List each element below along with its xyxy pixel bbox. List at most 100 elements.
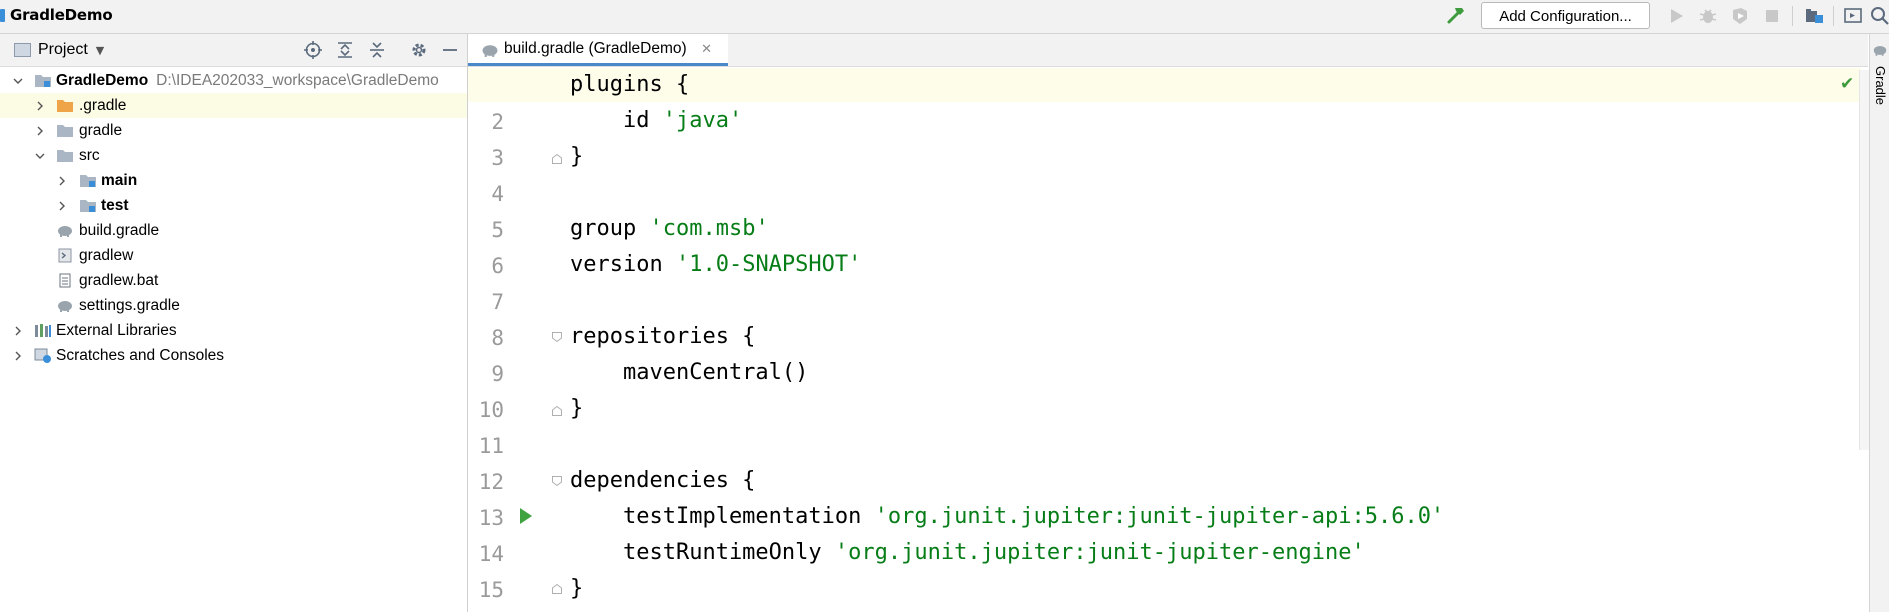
stop-icon[interactable] (1761, 5, 1783, 27)
tree-item-main[interactable]: main (0, 168, 467, 193)
folder-icon (57, 125, 73, 137)
run-gutter-icon[interactable] (516, 505, 536, 527)
module-icon (0, 8, 5, 22)
minimize-icon[interactable] (440, 40, 460, 60)
toolbar-separator (1833, 6, 1834, 26)
scratches-icon (34, 348, 51, 363)
line-number: 13 (478, 506, 504, 530)
line-number: 12 (478, 470, 504, 494)
tree-item-label: test (101, 196, 129, 214)
collapse-all-icon[interactable] (367, 40, 387, 60)
search-everywhere-icon[interactable] (1869, 5, 1889, 27)
chevron-right-icon[interactable] (12, 325, 24, 337)
folder-orange-icon (57, 100, 73, 112)
code-line-1: plugins { (570, 72, 690, 97)
gradle-tool-window-button[interactable]: Gradle (1873, 66, 1888, 105)
locate-target-icon[interactable] (303, 40, 323, 60)
project-name: GradleDemo (10, 6, 113, 24)
chevron-right-icon[interactable] (34, 100, 46, 112)
chevron-down-icon[interactable] (12, 75, 24, 87)
editor-gutter: 1 2 3 4 5 6 7 8 9 10 11 12 13 14 15 (468, 68, 562, 612)
line-number: 14 (478, 542, 504, 566)
libraries-icon (35, 324, 51, 337)
code-line-5: group 'com.msb' (570, 216, 769, 241)
project-breadcrumb[interactable]: GradleDemo (0, 4, 113, 26)
code-line-9: mavenCentral() (570, 360, 809, 385)
tree-item-label: gradle (79, 121, 123, 139)
tree-item-label: gradlew (79, 246, 134, 264)
code-line-3: } (570, 144, 584, 169)
run-icon[interactable] (1665, 5, 1687, 27)
tree-item-gradle[interactable]: gradle (0, 118, 467, 143)
line-number: 9 (491, 362, 504, 386)
code-line-8: repositories { (570, 324, 756, 349)
gradle-elephant-icon (482, 45, 498, 57)
code-line-13: testImplementation 'org.junit.jupiter:ju… (570, 504, 1445, 529)
code-line-10: } (570, 396, 584, 421)
fold-end-icon[interactable] (552, 154, 562, 164)
tree-item-scratches[interactable]: Scratches and Consoles (0, 343, 467, 368)
tree-item-src[interactable]: src (0, 143, 467, 168)
debug-bug-icon[interactable] (1697, 5, 1719, 27)
project-structure-icon[interactable] (1803, 5, 1825, 27)
fold-end-icon[interactable] (552, 406, 562, 416)
fold-end-icon[interactable] (552, 584, 562, 594)
gear-icon[interactable] (409, 40, 429, 60)
build-hammer-icon[interactable] (1445, 4, 1467, 26)
tab-build-gradle[interactable]: build.gradle (GradleDemo) ✕ (468, 34, 728, 66)
line-number: 8 (491, 326, 504, 350)
line-number: 5 (491, 218, 504, 242)
presentation-mode-icon[interactable] (1842, 5, 1864, 27)
run-with-coverage-icon[interactable] (1729, 5, 1751, 27)
batch-file-icon (59, 273, 71, 288)
fold-start-icon[interactable] (552, 332, 562, 342)
line-number: 10 (478, 398, 504, 422)
line-number: 6 (491, 254, 504, 278)
tree-item-test[interactable]: test (0, 193, 467, 218)
tree-item-root[interactable]: GradleDemo D:\IDEA202033_workspace\Gradle… (0, 68, 467, 93)
tree-item-label: src (79, 146, 100, 164)
line-number: 15 (478, 578, 504, 602)
tree-item-label: settings.gradle (79, 296, 180, 314)
no-problems-check-icon[interactable]: ✔ (1840, 74, 1854, 94)
tree-item-settings-gradle[interactable]: settings.gradle (0, 293, 467, 318)
code-line-14: testRuntimeOnly 'org.junit.jupiter:junit… (570, 540, 1365, 565)
chevron-right-icon[interactable] (56, 175, 68, 187)
shell-script-icon (58, 248, 72, 263)
folder-icon (57, 150, 73, 162)
project-panel-title: Project (38, 41, 88, 58)
line-number: 3 (491, 146, 504, 170)
tree-item-build-gradle[interactable]: build.gradle (0, 218, 467, 243)
gradle-elephant-icon (58, 301, 72, 312)
tree-item-dot-gradle[interactable]: .gradle (0, 93, 467, 118)
tree-item-external-libraries[interactable]: External Libraries (0, 318, 467, 343)
gradle-elephant-icon (58, 226, 72, 237)
line-number: 11 (478, 434, 504, 458)
tab-label: build.gradle (GradleDemo) (504, 39, 687, 57)
chevron-down-icon[interactable] (34, 150, 46, 162)
fold-start-icon[interactable] (552, 476, 562, 486)
chevron-right-icon[interactable] (34, 125, 46, 137)
expand-all-icon[interactable] (335, 40, 355, 60)
editor-area: build.gradle (GradleDemo) ✕ 1 2 3 4 5 6 … (468, 34, 1869, 612)
tree-item-gradlew[interactable]: gradlew (0, 243, 467, 268)
chevron-right-icon[interactable] (56, 200, 68, 212)
tree-item-gradlew-bat[interactable]: gradlew.bat (0, 268, 467, 293)
project-panel-header: Project ▼ (0, 34, 467, 67)
tree-item-label: Scratches and Consoles (56, 346, 225, 364)
code-line-12: dependencies { (570, 468, 756, 493)
tree-item-label: gradlew.bat (79, 271, 159, 289)
chevron-right-icon[interactable] (12, 350, 24, 362)
line-number: 4 (491, 182, 504, 206)
navigation-bar: GradleDemo Add Configuration... (0, 0, 1889, 34)
gradle-elephant-icon (1873, 46, 1887, 56)
toolbar-separator (1792, 6, 1793, 26)
code-editor[interactable]: plugins { id 'java' } group 'com.msb' ve… (468, 68, 1861, 612)
tree-item-label: .gradle (79, 96, 127, 114)
project-path: D:\IDEA202033_workspace\GradleDemo (156, 71, 439, 89)
close-icon[interactable]: ✕ (701, 42, 712, 57)
project-tool-window: Project ▼ GradleDemo D:\IDEA202033_works… (0, 34, 468, 612)
vertical-scrollbar[interactable] (1859, 70, 1869, 450)
add-configuration-button[interactable]: Add Configuration... (1481, 2, 1650, 29)
project-view-selector[interactable]: Project ▼ (14, 38, 104, 62)
